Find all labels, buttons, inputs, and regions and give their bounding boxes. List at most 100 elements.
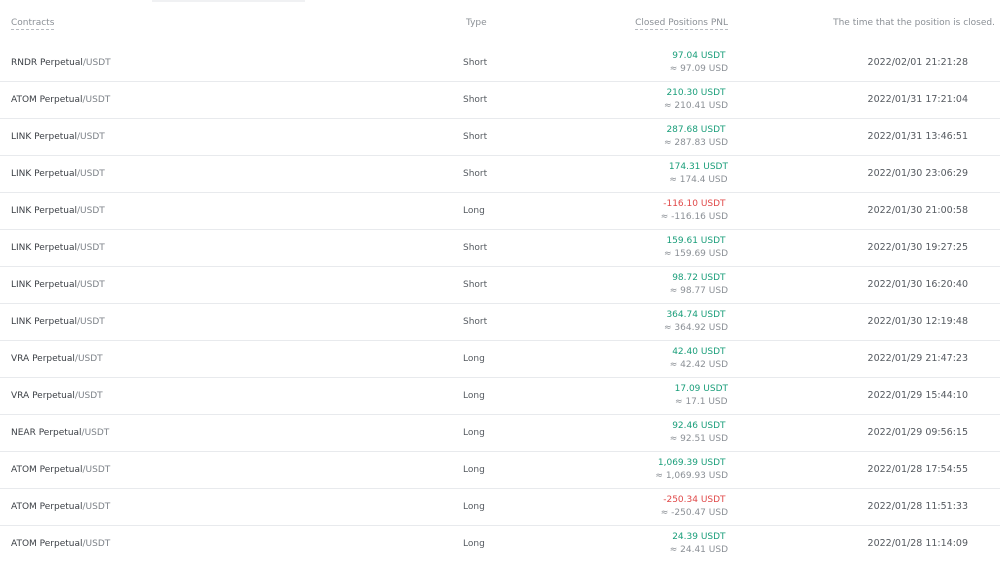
position-type: Short bbox=[463, 95, 488, 105]
close-time: 2022/01/29 15:44:10 bbox=[867, 390, 968, 401]
closed-pnl: 287.68 USDT ≈ 287.83 USD bbox=[664, 124, 728, 150]
position-type: Short bbox=[463, 169, 488, 179]
contract-base: LINK Perpetual bbox=[11, 132, 78, 142]
close-time: 2022/01/30 19:27:25 bbox=[867, 242, 968, 253]
pnl-usdt: 287.68 USDT bbox=[666, 125, 726, 135]
table-row: RNDR Perpetual/USDT Short 97.04 USDT ≈ 97.0… bbox=[0, 45, 1000, 82]
pnl-usd-estimate: ≈ 364.92 USD bbox=[664, 323, 728, 333]
table-row: ATOM Perpetual/USDT Short 210.30 USDT ≈ 210… bbox=[0, 82, 1000, 119]
contract-quote: /USDT bbox=[82, 465, 111, 475]
contract-base: ATOM Perpetual bbox=[11, 95, 83, 105]
contract-base: LINK Perpetual bbox=[11, 243, 78, 253]
pnl-usdt: 92.46 USDT bbox=[672, 421, 726, 431]
contract-name[interactable]: ATOM Perpetual/USDT bbox=[11, 464, 110, 476]
contract-quote: /USDT bbox=[82, 502, 111, 512]
table-row: LINK Perpetual/USDT Short 174.31 USDT ≈ 174… bbox=[0, 156, 1000, 193]
contract-base: LINK Perpetual bbox=[11, 206, 78, 216]
table-row: LINK Perpetual/USDT Short 287.68 USDT ≈ 287… bbox=[0, 119, 1000, 156]
contract-base: NEAR Perpetual bbox=[11, 428, 82, 438]
table-row: LINK Perpetual/USDT Short 98.72 USDT ≈ 98.7… bbox=[0, 267, 1000, 304]
pnl-usdt: 174.31 USDT bbox=[668, 162, 728, 172]
position-type: Short bbox=[463, 58, 488, 68]
contract-name[interactable]: VRA Perpetual/USDT bbox=[11, 390, 103, 402]
contract-base: VRA Perpetual bbox=[11, 354, 75, 364]
contract-name[interactable]: LINK Perpetual/USDT bbox=[11, 205, 105, 217]
close-time: 2022/01/28 11:51:33 bbox=[867, 501, 968, 512]
contract-name[interactable]: ATOM Perpetual/USDT bbox=[11, 501, 110, 513]
pnl-usd-estimate: ≈ 287.83 USD bbox=[664, 138, 728, 148]
position-type: Long bbox=[463, 206, 485, 216]
contract-name[interactable]: ATOM Perpetual/USDT bbox=[11, 94, 110, 106]
closed-pnl: 159.61 USDT ≈ 159.69 USD bbox=[664, 235, 728, 261]
table-header: Contracts Type Closed Positions PNL The … bbox=[0, 0, 1000, 44]
table-row: VRA Perpetual/USDT Long 42.40 USDT ≈ 42.42 … bbox=[0, 341, 1000, 378]
pnl-usdt: 98.72 USDT bbox=[672, 273, 726, 283]
position-type: Long bbox=[463, 539, 485, 549]
close-time: 2022/01/28 11:14:09 bbox=[867, 538, 968, 549]
close-time: 2022/02/01 21:21:28 bbox=[867, 57, 968, 68]
pnl-usd-estimate: ≈ -250.47 USD bbox=[660, 508, 728, 518]
pnl-usd-estimate: ≈ 210.41 USD bbox=[664, 101, 728, 111]
closed-pnl: 1,069.39 USDT ≈ 1,069.93 USD bbox=[655, 457, 728, 483]
contract-quote: /USDT bbox=[77, 280, 105, 290]
contract-name[interactable]: LINK Perpetual/USDT bbox=[11, 279, 105, 291]
pnl-usd-estimate: ≈ 97.09 USD bbox=[669, 64, 728, 74]
pnl-usd-estimate: ≈ 98.77 USD bbox=[669, 286, 728, 296]
positions-table-body: RNDR Perpetual/USDT Short 97.04 USDT ≈ 97.0… bbox=[0, 45, 1000, 562]
table-row: ATOM Perpetual/USDT Long -250.34 USDT ≈ -25… bbox=[0, 489, 1000, 526]
table-row: LINK Perpetual/USDT Long -116.10 USDT ≈ -11… bbox=[0, 193, 1000, 230]
position-type: Long bbox=[463, 428, 485, 438]
contract-name[interactable]: VRA Perpetual/USDT bbox=[11, 353, 103, 365]
contract-quote: /USDT bbox=[74, 354, 103, 364]
contract-name[interactable]: LINK Perpetual/USDT bbox=[11, 168, 105, 180]
table-row: LINK Perpetual/USDT Short 159.61 USDT ≈ 159… bbox=[0, 230, 1000, 267]
contract-base: LINK Perpetual bbox=[11, 317, 78, 327]
pnl-usd-estimate: ≈ 24.41 USD bbox=[669, 545, 728, 555]
pnl-usd-estimate: ≈ 92.51 USD bbox=[669, 434, 728, 444]
column-header-pnl[interactable]: Closed Positions PNL bbox=[635, 17, 728, 30]
pnl-usd-estimate: ≈ 42.42 USD bbox=[669, 360, 728, 370]
pnl-usd-estimate: ≈ -116.16 USD bbox=[660, 212, 728, 222]
column-header-contracts[interactable]: Contracts bbox=[11, 17, 55, 30]
contract-name[interactable]: LINK Perpetual/USDT bbox=[11, 242, 105, 254]
contract-quote: /USDT bbox=[77, 317, 105, 327]
close-time: 2022/01/30 23:06:29 bbox=[867, 168, 968, 179]
position-type: Long bbox=[463, 354, 485, 364]
pnl-usdt: 364.74 USDT bbox=[666, 310, 726, 320]
contract-quote: /USDT bbox=[77, 243, 105, 253]
pnl-usdt: 17.09 USDT bbox=[674, 384, 728, 394]
closed-pnl: 92.46 USDT ≈ 92.51 USD bbox=[670, 420, 728, 446]
contract-name[interactable]: LINK Perpetual/USDT bbox=[11, 131, 105, 143]
position-type: Short bbox=[463, 243, 488, 253]
contract-quote: /USDT bbox=[82, 58, 111, 68]
pnl-usd-estimate: ≈ 174.4 USD bbox=[669, 175, 728, 185]
close-time: 2022/01/29 21:47:23 bbox=[867, 353, 968, 364]
closed-pnl: 97.04 USDT ≈ 97.09 USD bbox=[670, 50, 728, 76]
position-type: Short bbox=[463, 280, 488, 290]
closed-pnl: 24.39 USDT ≈ 24.41 USD bbox=[670, 531, 728, 557]
column-header-close-time: The time that the position is closed. bbox=[833, 18, 995, 28]
pnl-usdt: -116.10 USDT bbox=[663, 199, 726, 209]
table-row: LINK Perpetual/USDT Short 364.74 USDT ≈ 364… bbox=[0, 304, 1000, 341]
table-row: ATOM Perpetual/USDT Long 1,069.39 USDT ≈ 1,… bbox=[0, 452, 1000, 489]
contract-name[interactable]: RNDR Perpetual/USDT bbox=[11, 57, 111, 69]
close-time: 2022/01/28 17:54:55 bbox=[867, 464, 968, 475]
contract-quote: /USDT bbox=[77, 206, 105, 216]
contract-quote: /USDT bbox=[77, 132, 105, 142]
contract-name[interactable]: LINK Perpetual/USDT bbox=[11, 316, 105, 328]
closed-pnl: 42.40 USDT ≈ 42.42 USD bbox=[670, 346, 728, 372]
pnl-usd-estimate: ≈ 159.69 USD bbox=[664, 249, 728, 259]
closed-pnl: 210.30 USDT ≈ 210.41 USD bbox=[664, 87, 728, 113]
close-time: 2022/01/30 12:19:48 bbox=[867, 316, 968, 327]
closed-pnl: -116.10 USDT ≈ -116.16 USD bbox=[661, 198, 728, 224]
closed-pnl: -250.34 USDT ≈ -250.47 USD bbox=[661, 494, 728, 520]
close-time: 2022/01/29 09:56:15 bbox=[867, 427, 968, 438]
contract-base: ATOM Perpetual bbox=[11, 465, 83, 475]
contract-base: LINK Perpetual bbox=[11, 280, 78, 290]
contract-quote: /USDT bbox=[74, 391, 103, 401]
contract-name[interactable]: ATOM Perpetual/USDT bbox=[11, 538, 110, 550]
contract-name[interactable]: NEAR Perpetual/USDT bbox=[11, 427, 109, 439]
position-type: Long bbox=[463, 465, 485, 475]
table-row: ATOM Perpetual/USDT Long 24.39 USDT ≈ 24.41… bbox=[0, 526, 1000, 562]
pnl-usdt: 1,069.39 USDT bbox=[657, 458, 726, 468]
